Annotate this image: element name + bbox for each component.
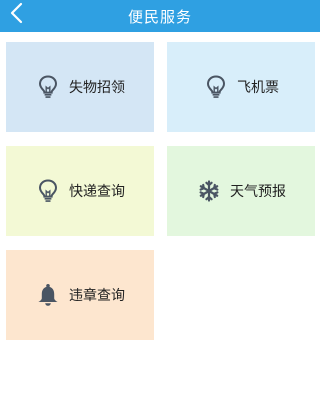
service-label: 天气预报 [230, 184, 286, 200]
service-label: 飞机票 [237, 80, 279, 96]
service-tile-lost-and-found[interactable]: 失物招领 [6, 42, 154, 132]
lightbulb-icon [203, 74, 229, 100]
snowflake-icon [196, 178, 222, 204]
service-tile-traffic-violation[interactable]: 违章查询 [6, 250, 154, 340]
back-button[interactable] [4, 2, 28, 28]
lightbulb-icon [35, 178, 61, 204]
bell-icon [35, 282, 61, 308]
service-label: 快递查询 [69, 184, 125, 200]
service-label: 失物招领 [69, 80, 125, 96]
chevron-left-icon [9, 2, 23, 28]
service-tile-express-tracking[interactable]: 快递查询 [6, 146, 154, 236]
top-navigation-bar: 便民服务 [0, 0, 320, 32]
service-tile-flight-tickets[interactable]: 飞机票 [167, 42, 315, 132]
page-title: 便民服务 [127, 7, 192, 26]
lightbulb-icon [35, 74, 61, 100]
service-label: 违章查询 [69, 288, 125, 304]
service-tile-weather-forecast[interactable]: 天气预报 [167, 146, 315, 236]
